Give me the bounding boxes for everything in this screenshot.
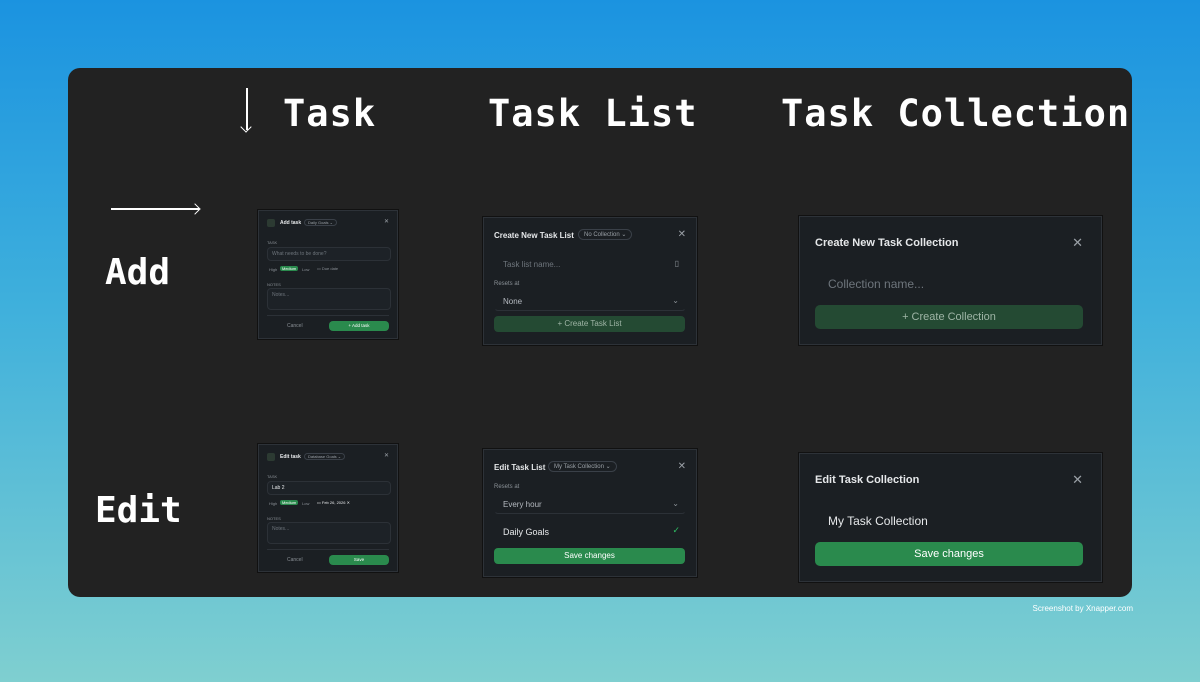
priority-medium[interactable]: Medium	[280, 500, 299, 505]
save-changes-button[interactable]: Save changes	[494, 548, 685, 564]
collection-name-input[interactable]: My Task Collection	[815, 506, 1085, 534]
column-title-task-collection: Task Collection	[781, 92, 1131, 135]
dialog-title: Edit Task List	[494, 463, 546, 472]
close-icon[interactable]: ✕	[678, 461, 686, 472]
task-input[interactable]: Lab 2	[267, 481, 391, 495]
resets-label: Resets at	[494, 484, 520, 490]
chevron-down-icon: ⌄	[672, 499, 679, 508]
check-circle-icon: ✓	[672, 525, 680, 535]
screenshot-credit: Screenshot by Xnapper.com	[1032, 604, 1133, 613]
create-task-list-dialog: Create New Task List No Collection ⌄ ✕ T…	[483, 217, 697, 345]
close-icon[interactable]: ✕	[1072, 472, 1083, 488]
task-list-name-input[interactable]: Task list name... ▯	[494, 253, 686, 277]
save-button[interactable]: Save	[329, 555, 389, 565]
collection-pill[interactable]: No Collection ⌄	[578, 229, 633, 240]
divider	[267, 549, 389, 550]
notes-label: NOTES	[267, 282, 281, 287]
column-title-task-list: Task List	[488, 92, 698, 135]
down-arrow-icon	[246, 88, 248, 130]
row-title-edit: Edit	[95, 490, 182, 531]
task-input[interactable]: What needs to be done?	[267, 247, 391, 261]
priority-low[interactable]: Low	[302, 267, 309, 272]
close-icon[interactable]: ✕	[384, 452, 389, 459]
resets-select[interactable]: Every hour ⌄	[494, 494, 686, 514]
edit-task-dialog: Edit task Database Goals ⌄ ✕ TASK Lab 2 …	[258, 444, 398, 572]
dialog-title: Create New Task List	[494, 231, 574, 240]
close-icon[interactable]: ✕	[678, 229, 686, 240]
task-label: TASK	[267, 474, 278, 479]
dialog-title: Create New Task Collection	[815, 237, 959, 249]
dialog-title: Add task	[280, 220, 302, 226]
cancel-button[interactable]: Cancel	[287, 323, 303, 329]
create-task-list-button[interactable]: + Create Task List	[494, 316, 685, 332]
save-changes-button[interactable]: Save changes	[815, 542, 1083, 566]
create-collection-button[interactable]: + Create Collection	[815, 305, 1083, 329]
priority-medium[interactable]: Medium	[280, 266, 299, 271]
comparison-board: Task Task List Task Collection Add Edit …	[68, 68, 1132, 597]
resets-select[interactable]: None ⌄	[494, 291, 686, 311]
edit-task-collection-dialog: Edit Task Collection ✕ My Task Collectio…	[799, 453, 1102, 582]
list-item[interactable]: Daily Goals ✓	[494, 522, 684, 542]
row-title-add: Add	[105, 252, 171, 293]
priority-high[interactable]: High	[269, 501, 277, 506]
resets-label: Resets at	[494, 281, 520, 287]
clipboard-icon: ▯	[674, 259, 679, 268]
task-label: TASK	[267, 240, 278, 245]
collection-pill[interactable]: Daily Goals ⌄	[304, 219, 337, 226]
notes-input[interactable]: Notes...	[267, 288, 391, 310]
close-icon[interactable]: ✕	[1072, 235, 1083, 251]
divider	[267, 315, 389, 316]
dialog-title: Edit Task Collection	[815, 474, 920, 486]
add-task-button[interactable]: + Add task	[329, 321, 389, 331]
collection-pill[interactable]: My Task Collection ⌄	[548, 461, 617, 472]
collection-pill[interactable]: Database Goals ⌄	[304, 453, 346, 460]
right-arrow-icon	[111, 208, 199, 210]
edit-task-list-dialog: Edit Task List My Task Collection ⌄ ✕ Re…	[483, 449, 697, 577]
collection-name-input[interactable]: Collection name...	[815, 269, 1085, 297]
create-task-collection-dialog: Create New Task Collection ✕ Collection …	[799, 216, 1102, 345]
priority-low[interactable]: Low	[302, 501, 309, 506]
column-title-task: Task	[283, 92, 377, 135]
task-icon	[267, 453, 275, 461]
due-date-button[interactable]: ▭ Due date	[317, 266, 338, 271]
due-date-button[interactable]: ▭ Feb 26, 2026 ✕	[317, 500, 350, 505]
chevron-down-icon: ⌄	[672, 296, 679, 305]
notes-label: NOTES	[267, 516, 281, 521]
add-task-dialog: Add task Daily Goals ⌄ ✕ TASK What needs…	[258, 210, 398, 339]
cancel-button[interactable]: Cancel	[287, 557, 303, 563]
task-icon	[267, 219, 275, 227]
dialog-title: Edit task	[280, 454, 301, 460]
notes-input[interactable]: Notes...	[267, 522, 391, 544]
close-icon[interactable]: ✕	[384, 218, 389, 225]
priority-high[interactable]: High	[269, 267, 277, 272]
